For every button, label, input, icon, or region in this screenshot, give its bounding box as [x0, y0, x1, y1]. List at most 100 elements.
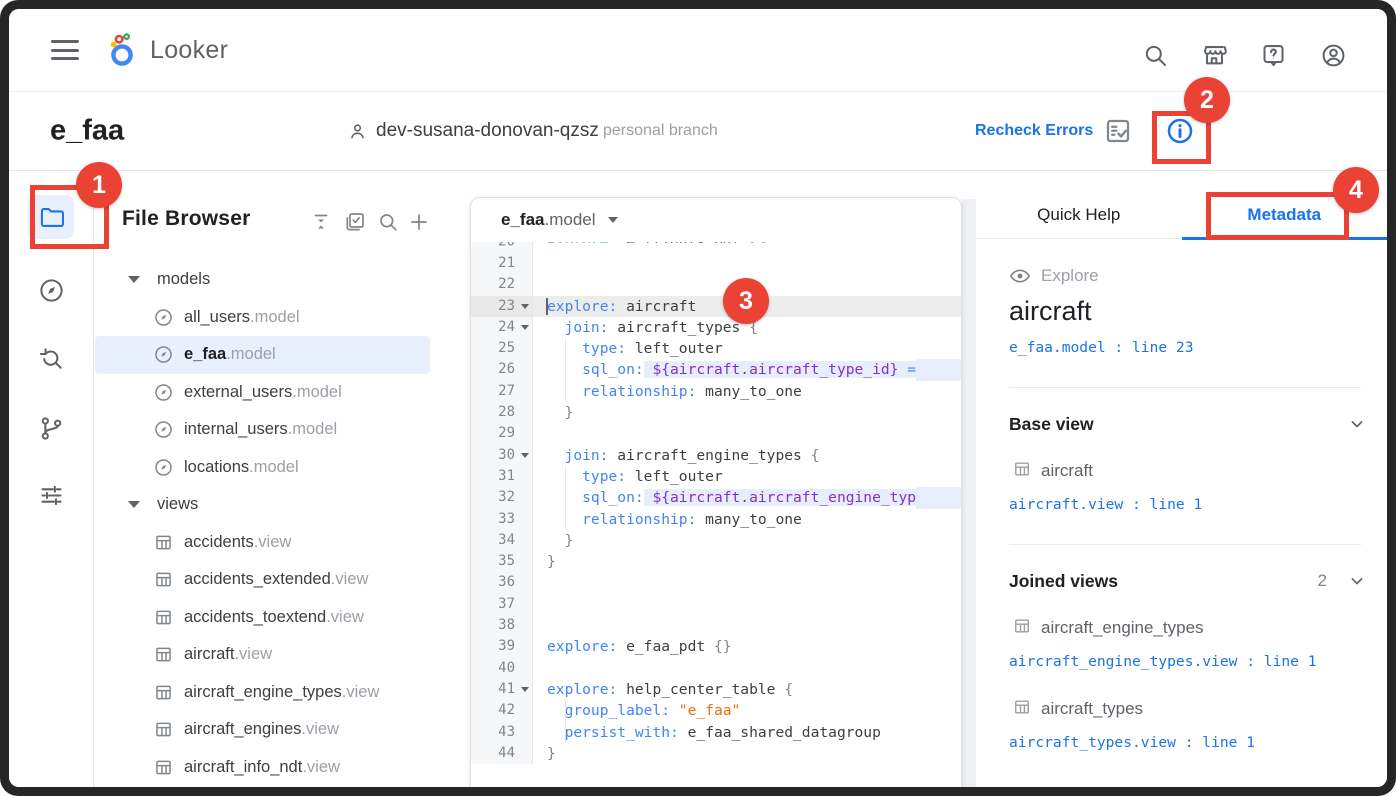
metadata-view-item: aircraft_engine_typesaircraft_engine_typ…: [1009, 616, 1367, 673]
collapse-all-icon[interactable]: [309, 210, 333, 234]
file-name: aircraft_engines: [184, 720, 301, 739]
code-line-20[interactable]: 20explore: e_flights_pdt {}: [471, 242, 961, 253]
file-tree-item-internal_users[interactable]: internal_users.model: [95, 411, 464, 449]
search-files-icon[interactable]: [376, 210, 400, 234]
view-name-row: aircraft_types: [1009, 697, 1367, 722]
sidebar-item-find-replace[interactable]: [28, 336, 74, 380]
code-token: left_outer: [626, 468, 723, 485]
code-token: sql_on:: [547, 361, 644, 378]
code-line-31[interactable]: 31 type: left_outer: [471, 466, 961, 487]
project-header: e_faa dev-susana-donovan-qzsz personal b…: [9, 92, 1387, 171]
editor-scroll-gutter[interactable]: [962, 199, 976, 787]
metadata-source-link[interactable]: e_faa.model : line 23: [1009, 337, 1319, 359]
joined-views-title: Joined views: [1009, 571, 1118, 592]
view-icon: [153, 607, 174, 628]
line-number: 37: [471, 594, 533, 615]
base-view-title: Base view: [1009, 414, 1094, 435]
code-line-44[interactable]: 44}: [471, 743, 961, 764]
code-text: [533, 658, 961, 679]
view-source-link[interactable]: aircraft_engine_types.view : line 1: [1009, 651, 1319, 673]
content-validator-info-icon[interactable]: [1165, 116, 1195, 146]
tab-quick-help[interactable]: Quick Help: [976, 191, 1182, 238]
code-line-42[interactable]: 42 group_label: "e_faa": [471, 700, 961, 721]
code-line-40[interactable]: 40: [471, 658, 961, 679]
account-icon[interactable]: [1320, 42, 1347, 69]
code-line-33[interactable]: 33 relationship: many_to_one: [471, 509, 961, 530]
code-line-23[interactable]: 23explore: aircraft: [471, 296, 961, 317]
code-line-29[interactable]: 29: [471, 423, 961, 444]
code-line-21[interactable]: 21: [471, 253, 961, 274]
tune-icon: [38, 482, 65, 509]
editor-file-suffix: .model: [544, 210, 595, 230]
file-tree-item-aircraft_info_ndt[interactable]: aircraft_info_ndt.view: [95, 749, 464, 787]
tab-metadata[interactable]: Metadata: [1182, 191, 1388, 238]
file-tree-item-e_faa[interactable]: e_faa.model: [95, 336, 430, 374]
select-files-icon[interactable]: [343, 210, 367, 234]
file-tree-item-accidents_toextend[interactable]: accidents_toextend.view: [95, 599, 464, 637]
fold-caret-icon[interactable]: [521, 453, 529, 458]
file-tree-item-accidents_extended[interactable]: accidents_extended.view: [95, 561, 464, 599]
code-line-30[interactable]: 30 join: aircraft_engine_types {: [471, 445, 961, 466]
file-name: accidents: [184, 533, 254, 552]
help-metadata-panel: Quick Help Metadata Explore aircraft e_f…: [976, 171, 1387, 787]
file-tree-item-aircraft_engines[interactable]: aircraft_engines.view: [95, 711, 464, 749]
line-number: 38: [471, 615, 533, 636]
file-tree-item-aircraft_engine_types[interactable]: aircraft_engine_types.view: [95, 674, 464, 712]
code-line-32[interactable]: 32 sql_on: ${aircraft.aircraft_engine_ty…: [471, 487, 961, 508]
sidebar-item-explore[interactable]: [28, 268, 74, 312]
code-line-43[interactable]: 43 persist_with: e_faa_shared_datagroup: [471, 722, 961, 743]
code-line-28[interactable]: 28 }: [471, 402, 961, 423]
validation-checklist-icon[interactable]: [1103, 116, 1133, 146]
joined-views-section-header[interactable]: Joined views 2: [1009, 571, 1367, 592]
code-line-26[interactable]: 26 sql_on: ${aircraft.aircraft_type_id} …: [471, 359, 961, 380]
view-source-link[interactable]: aircraft.view : line 1: [1009, 494, 1319, 516]
code-line-39[interactable]: 39explore: e_faa_pdt {}: [471, 636, 961, 657]
help-icon[interactable]: [1260, 42, 1287, 69]
recheck-errors-link[interactable]: Recheck Errors: [975, 122, 1093, 140]
code-line-25[interactable]: 25 type: left_outer: [471, 338, 961, 359]
sidebar-item-project-settings[interactable]: [28, 473, 74, 517]
sidebar-item-git-actions[interactable]: [28, 406, 74, 450]
file-tree-group-models[interactable]: models: [95, 261, 464, 299]
file-browser-panel: File Browser modelsall_users.modele_faa.…: [95, 171, 464, 787]
file-tree-item-aircraft[interactable]: aircraft.view: [95, 636, 464, 674]
sidebar-item-file-browser[interactable]: [28, 195, 74, 239]
code-token: =: [898, 361, 916, 378]
view-icon: [153, 757, 174, 778]
code-token: e_flights_pdt: [617, 242, 749, 243]
editor-file-tab[interactable]: e_faa.model: [471, 198, 961, 242]
branch-selector[interactable]: dev-susana-donovan-qzsz: [347, 120, 599, 142]
main-menu-icon[interactable]: [51, 40, 79, 60]
file-tree-item-external_users[interactable]: external_users.model: [95, 374, 464, 412]
eye-icon: [1009, 265, 1031, 287]
code-line-27[interactable]: 27 relationship: many_to_one: [471, 381, 961, 402]
file-tree-item-accidents[interactable]: accidents.view: [95, 524, 464, 562]
view-source-link[interactable]: aircraft_types.view : line 1: [1009, 732, 1319, 754]
marketplace-icon[interactable]: [1201, 42, 1228, 69]
code-token: type:: [547, 340, 626, 357]
code-token: relationship:: [547, 511, 696, 528]
code-line-41[interactable]: 41explore: help_center_table {: [471, 679, 961, 700]
code-line-24[interactable]: 24 join: aircraft_types {: [471, 317, 961, 338]
code-line-34[interactable]: 34 }: [471, 530, 961, 551]
looker-logo[interactable]: Looker: [105, 32, 228, 68]
search-icon[interactable]: [1142, 42, 1169, 69]
metadata-view-item: aircraft_types aircraft_types.view : line…: [1009, 697, 1367, 754]
file-tree-group-views[interactable]: views: [95, 486, 464, 524]
code-token: aircraft: [617, 298, 696, 315]
code-line-38[interactable]: 38: [471, 615, 961, 636]
add-file-icon[interactable]: [407, 210, 431, 234]
base-view-section-header[interactable]: Base view: [1009, 414, 1367, 435]
code-line-36[interactable]: 36: [471, 572, 961, 593]
fold-caret-icon[interactable]: [521, 325, 529, 330]
code-line-22[interactable]: 22: [471, 274, 961, 295]
fold-caret-icon[interactable]: [521, 304, 529, 309]
code-line-35[interactable]: 35}: [471, 551, 961, 572]
code-token: explore:: [547, 242, 617, 243]
file-tree-item-all_users[interactable]: all_users.model: [95, 299, 464, 337]
code-text: relationship: many_to_one: [533, 509, 961, 530]
code-token: }: [547, 745, 556, 762]
file-tree-item-locations[interactable]: locations.model: [95, 449, 464, 487]
fold-caret-icon[interactable]: [521, 687, 529, 692]
code-line-37[interactable]: 37: [471, 594, 961, 615]
